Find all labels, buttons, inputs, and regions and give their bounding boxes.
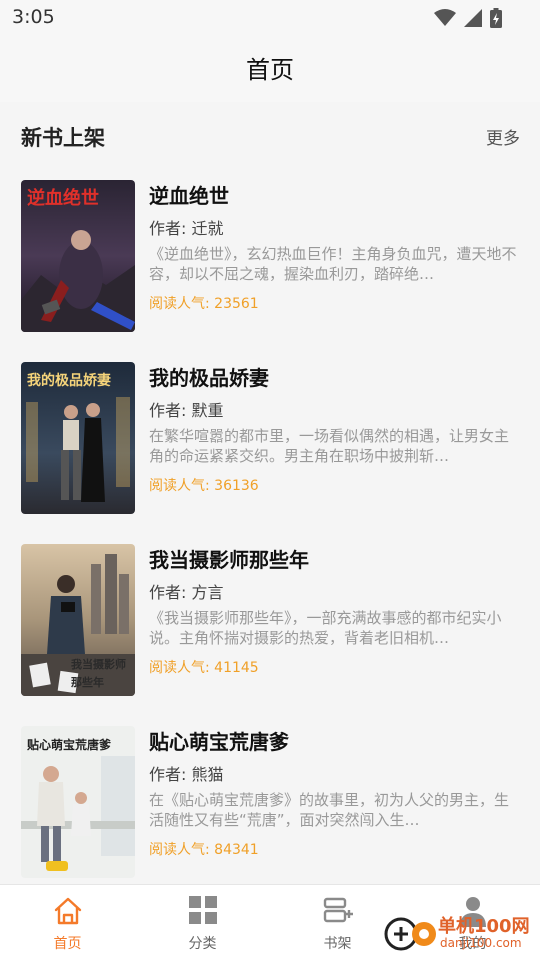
book-title[interactable]: 我的极品娇妻 bbox=[149, 362, 269, 391]
tab-home[interactable]: 首页 bbox=[0, 885, 135, 960]
home-icon bbox=[54, 897, 81, 925]
cover-title: 贴心萌宝荒唐爹 bbox=[27, 738, 112, 752]
section-title: 新书上架 bbox=[21, 126, 105, 150]
status-icons bbox=[434, 8, 502, 28]
book-cover[interactable]: 逆血绝世 bbox=[21, 180, 135, 332]
battery-icon bbox=[490, 8, 502, 28]
watermark-url: danji100.com bbox=[440, 936, 522, 950]
book-popularity: 阅读人气: 36136 bbox=[149, 478, 259, 494]
book-description: 在繁华喧嚣的都市里，一场看似偶然的相遇，让男女主角的命运紧紧交织。男主角在职场中… bbox=[149, 427, 510, 465]
status-time: 3:05 bbox=[12, 6, 55, 28]
signal-icon bbox=[464, 9, 482, 27]
book-popularity: 阅读人气: 84341 bbox=[149, 842, 259, 858]
book-item[interactable]: 逆血绝世 逆血绝世 作者: 迁就 《逆血绝世》，玄幻热血巨作！主角身负血咒，遭天… bbox=[0, 166, 540, 348]
tab-label: 首页 bbox=[53, 936, 82, 952]
book-cover[interactable]: 贴心萌宝荒唐爹 bbox=[21, 726, 135, 878]
book-popularity: 阅读人气: 23561 bbox=[149, 296, 259, 312]
book-cover[interactable]: 我当摄影师那些年 bbox=[21, 544, 135, 696]
book-author: 作者: 熊猫 bbox=[149, 765, 224, 784]
book-author: 作者: 迁就 bbox=[149, 219, 224, 238]
book-popularity: 阅读人气: 41145 bbox=[149, 660, 259, 676]
cover-title: 我当摄影师那些年 bbox=[71, 658, 126, 689]
book-description: 在《贴心萌宝荒唐爹》的故事里，初为人父的男主，生活随性又有些“荒唐”，面对突然闯… bbox=[149, 791, 510, 829]
cover-title: 我的极品娇妻 bbox=[27, 373, 111, 389]
watermark: 单机100网 danji100.com bbox=[384, 908, 534, 958]
book-list: 逆血绝世 逆血绝世 作者: 迁就 《逆血绝世》，玄幻热血巨作！主角身负血咒，遭天… bbox=[0, 166, 540, 894]
book-description: 《我当摄影师那些年》，一部充满故事感的都市纪实小说。主角怀揣对摄影的热爱，背着老… bbox=[149, 609, 502, 647]
book-title[interactable]: 逆血绝世 bbox=[149, 180, 229, 209]
tab-category[interactable]: 分类 bbox=[135, 885, 270, 960]
section-header: 新书上架 更多 bbox=[0, 102, 540, 166]
book-description: 《逆血绝世》，玄幻热血巨作！主角身负血咒，遭天地不容，却以不屈之魂，握染血利刃，… bbox=[149, 245, 517, 283]
wifi-icon bbox=[434, 9, 456, 26]
book-title[interactable]: 我当摄影师那些年 bbox=[149, 544, 309, 573]
book-author: 作者: 方言 bbox=[149, 583, 224, 602]
status-bar: 3:05 bbox=[0, 0, 540, 36]
book-cover[interactable]: 我的极品娇妻 bbox=[21, 362, 135, 514]
book-item[interactable]: 贴心萌宝荒唐爹 贴心萌宝荒唐爹 作者: 熊猫 在《贴心萌宝荒唐爹》的故事里，初为… bbox=[0, 712, 540, 894]
app-header: 首页 bbox=[0, 36, 540, 102]
book-author: 作者: 默重 bbox=[149, 401, 224, 420]
more-link[interactable]: 更多 bbox=[486, 124, 520, 149]
book-item[interactable]: 我当摄影师那些年 我当摄影师那些年 作者: 方言 《我当摄影师那些年》，一部充满… bbox=[0, 530, 540, 712]
page-title: 首页 bbox=[246, 56, 294, 84]
book-title[interactable]: 贴心萌宝荒唐爹 bbox=[149, 726, 289, 755]
bookshelf-icon bbox=[323, 897, 353, 923]
watermark-logo bbox=[384, 917, 436, 951]
watermark-title: 单机100网 bbox=[438, 916, 530, 937]
book-item[interactable]: 我的极品娇妻 我的极品娇妻 作者: 默重 在繁华喧嚣的都市里，一场看似偶然的相遇… bbox=[0, 348, 540, 530]
cover-title: 逆血绝世 bbox=[27, 188, 99, 209]
tab-label: 分类 bbox=[188, 936, 217, 952]
category-grid-icon bbox=[188, 896, 217, 924]
